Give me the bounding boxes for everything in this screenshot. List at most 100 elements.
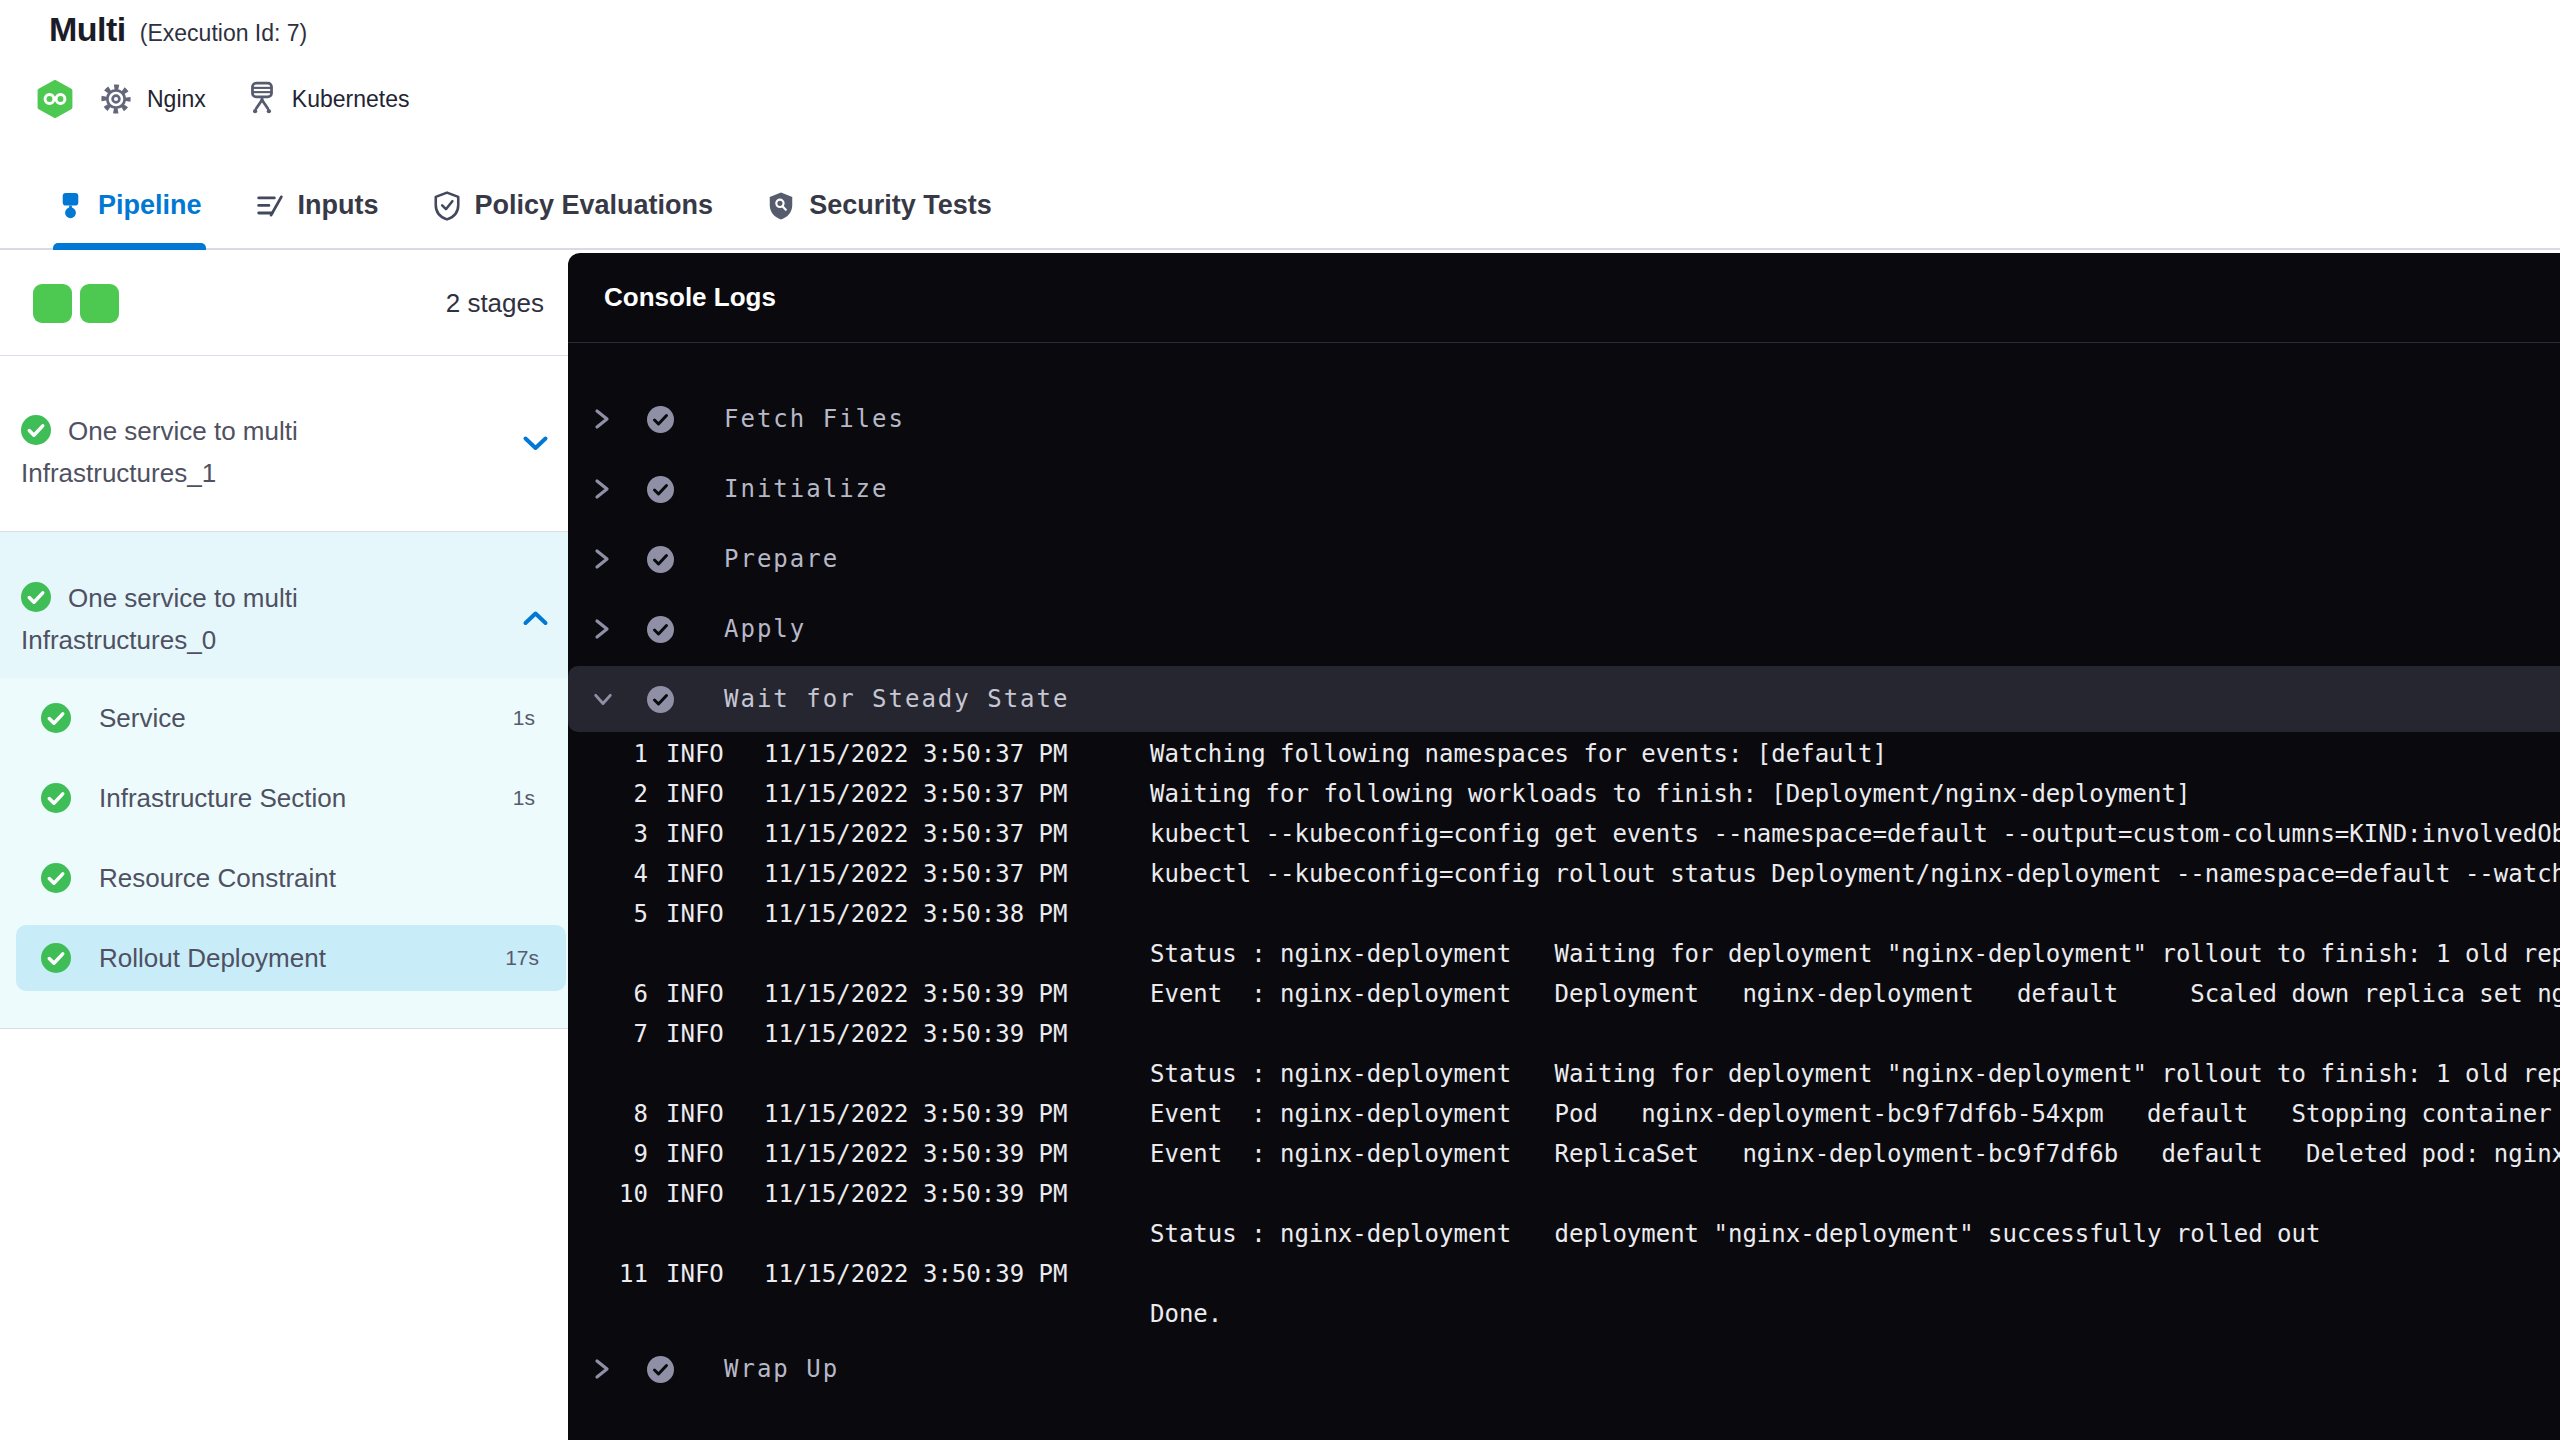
log-timestamp: 11/15/2022 3:50:39 PM <box>764 1174 1150 1214</box>
chevron-right-icon[interactable] <box>593 1358 613 1380</box>
log-level: INFO <box>666 894 764 934</box>
console-logs-panel: Console Logs Fetch Files Initialize Prepar… <box>568 253 2560 1440</box>
service-chip-nginx[interactable]: Nginx <box>99 82 206 116</box>
log-timestamp: 11/15/2022 3:50:39 PM <box>764 1254 1150 1294</box>
step-label: Resource Constraint <box>99 863 336 894</box>
log-line: 10 INFO11/15/2022 3:50:39 PM <box>592 1174 2560 1214</box>
console-step-wait-for-steady-state[interactable]: Wait for Steady State <box>568 666 2560 732</box>
log-line-number: 10 <box>592 1174 648 1214</box>
step-success-icon <box>647 406 674 433</box>
log-line: 11 INFO11/15/2022 3:50:39 PM <box>592 1254 2560 1294</box>
harness-deploy-icon <box>36 80 74 118</box>
step-item-infrastructure-section[interactable]: Infrastructure Section 1s <box>0 758 568 838</box>
log-output: 1INFO11/15/2022 3:50:37 PMWatching follo… <box>568 734 2560 1334</box>
tab-inputs[interactable]: Inputs <box>256 163 379 248</box>
step-success-icon <box>647 686 674 713</box>
stage-label: One service to multi Infrastructures_0 <box>21 580 441 659</box>
log-line: 3INFO11/15/2022 3:50:37 PMkubectl --kube… <box>592 814 2560 854</box>
stage-item-one-service-to-multi-infrastructures-1[interactable]: One service to multi Infrastructures_1 <box>0 356 568 532</box>
step-success-icon <box>647 1356 674 1383</box>
console-logs-title: Console Logs <box>568 253 2560 343</box>
log-line: 6INFO11/15/2022 3:50:39 PMEvent : nginx-… <box>592 974 2560 1014</box>
console-step-label: Prepare <box>724 545 839 573</box>
tab-pipeline[interactable]: Pipeline <box>57 163 202 248</box>
console-step-label: Wrap Up <box>724 1355 839 1383</box>
log-message: Waiting for following workloads to finis… <box>1150 774 2190 814</box>
step-item-resource-constraint[interactable]: Resource Constraint <box>0 838 568 918</box>
stages-summary: 2 stages <box>0 252 568 356</box>
chevron-up-icon[interactable] <box>522 610 549 631</box>
console-step-wrap-up[interactable]: Wrap Up <box>568 1334 2560 1404</box>
console-step-label: Initialize <box>724 475 889 503</box>
log-message: Done. <box>1150 1294 1222 1334</box>
log-message: Watching following namespaces for events… <box>1150 734 1887 774</box>
tab-label: Policy Evaluations <box>475 190 714 221</box>
service-label: Nginx <box>147 86 206 113</box>
gear-icon <box>99 82 133 116</box>
chevron-down-icon[interactable] <box>522 435 549 456</box>
log-timestamp: 11/15/2022 3:50:37 PM <box>764 734 1150 774</box>
step-duration: 17s <box>505 946 539 970</box>
success-check-icon <box>41 863 71 893</box>
log-line: 8INFO11/15/2022 3:50:39 PMEvent : nginx-… <box>592 1094 2560 1134</box>
shield-search-icon <box>767 191 795 221</box>
console-step-apply[interactable]: Apply <box>568 594 2560 664</box>
log-timestamp: 11/15/2022 3:50:38 PM <box>764 894 1150 934</box>
log-message: Status : nginx-deployment Waiting for de… <box>1150 1054 2560 1094</box>
log-level: INFO <box>666 1254 764 1294</box>
tab-label: Security Tests <box>809 190 992 221</box>
log-line: 7 INFO11/15/2022 3:50:39 PM <box>592 1014 2560 1054</box>
stage-item-one-service-to-multi-infrastructures-0[interactable]: One service to multi Infrastructures_0 <box>0 532 568 678</box>
tab-label: Pipeline <box>98 190 202 221</box>
service-label: Kubernetes <box>292 86 410 113</box>
log-line-number: 7 <box>592 1014 648 1054</box>
tab-policy-evaluations[interactable]: Policy Evaluations <box>433 163 714 248</box>
log-timestamp: 11/15/2022 3:50:39 PM <box>764 1014 1150 1054</box>
log-line: Status : nginx-deployment deployment "ng… <box>592 1214 2560 1254</box>
log-level: INFO <box>666 1174 764 1214</box>
log-level: INFO <box>666 1134 764 1174</box>
chevron-down-icon[interactable] <box>593 690 613 708</box>
log-line: 5 INFO11/15/2022 3:50:38 PM <box>592 894 2560 934</box>
pipeline-execution-page: Multi (Execution Id: 7) NginxKubernetes … <box>0 0 2560 1440</box>
step-duration: 1s <box>513 786 535 810</box>
step-success-icon <box>647 616 674 643</box>
log-line-number: 4 <box>592 854 648 894</box>
console-step-prepare[interactable]: Prepare <box>568 524 2560 594</box>
console-step-initialize[interactable]: Initialize <box>568 454 2560 524</box>
log-line: Status : nginx-deployment Waiting for de… <box>592 1054 2560 1094</box>
execution-id: (Execution Id: 7) <box>140 20 307 47</box>
stage-status-square <box>33 284 72 323</box>
log-line-number: 1 <box>592 734 648 774</box>
log-line-number: 5 <box>592 894 648 934</box>
log-line: Status : nginx-deployment Waiting for de… <box>592 934 2560 974</box>
step-label: Infrastructure Section <box>99 783 346 814</box>
console-step-label: Apply <box>724 615 806 643</box>
chevron-right-icon[interactable] <box>593 478 613 500</box>
log-level: INFO <box>666 974 764 1014</box>
tab-security-tests[interactable]: Security Tests <box>767 163 992 248</box>
log-line-number: 2 <box>592 774 648 814</box>
step-item-service[interactable]: Service1s <box>0 678 568 758</box>
success-check-icon <box>41 703 71 733</box>
step-label: Service <box>99 703 186 734</box>
log-line: Done. <box>592 1294 2560 1334</box>
console-step-fetch-files[interactable]: Fetch Files <box>568 384 2560 454</box>
log-line-number: 11 <box>592 1254 648 1294</box>
chevron-right-icon[interactable] <box>593 408 613 430</box>
log-level: INFO <box>666 1014 764 1054</box>
inputs-icon <box>256 192 284 220</box>
chevron-right-icon[interactable] <box>593 548 613 570</box>
title-row: Multi (Execution Id: 7) <box>49 10 307 49</box>
console-step-label: Wait for Steady State <box>724 685 1069 713</box>
log-line: 1 INFO11/15/2022 3:50:37 PMWatching follo… <box>592 734 2560 774</box>
service-chip-kubernetes[interactable]: Kubernetes <box>246 81 410 117</box>
log-message: kubectl --kubeconfig=config get events -… <box>1150 814 2560 854</box>
harness-deploy-icon <box>36 80 74 118</box>
success-check-icon <box>41 783 71 813</box>
log-level: INFO <box>666 734 764 774</box>
stage-label: One service to multi Infrastructures_1 <box>21 413 441 492</box>
chevron-right-icon[interactable] <box>593 618 613 640</box>
success-check-icon <box>21 582 51 622</box>
step-item-rollout-deployment[interactable]: Rollout Deployment17s <box>16 925 566 991</box>
